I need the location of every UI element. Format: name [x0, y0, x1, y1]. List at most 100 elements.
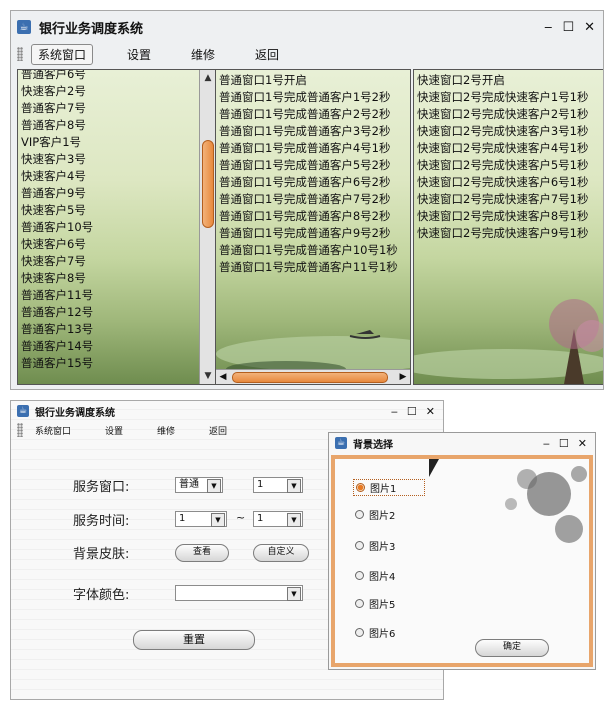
close-icon[interactable]: ✕ — [426, 405, 435, 418]
fast-log-item[interactable]: 快速窗口2号完成快速客户7号1秒 — [417, 191, 601, 208]
customer-list-item[interactable]: 普通客户13号 — [21, 321, 197, 338]
time-from-select[interactable]: 1 ▼ — [175, 511, 227, 527]
close-icon[interactable]: ✕ — [584, 20, 595, 35]
settings-titlebar[interactable]: ☕ 银行业务调度系统 ‒ ☐ ✕ — [11, 401, 443, 421]
radio-icon[interactable] — [355, 510, 364, 519]
service-type-select[interactable]: 普通 ▼ — [175, 477, 223, 493]
customer-list-item[interactable]: 快速客户7号 — [21, 253, 197, 270]
radio-selected-icon[interactable] — [356, 483, 365, 492]
fast-log-item[interactable]: 快速窗口2号完成快速客户6号1秒 — [417, 174, 601, 191]
chevron-down-icon[interactable]: ▼ — [287, 479, 301, 493]
minimize-icon[interactable]: ‒ — [544, 20, 552, 35]
normal-log-item[interactable]: 普通窗口1号完成普通客户6号2秒 — [219, 174, 407, 191]
radio-icon[interactable] — [355, 571, 364, 580]
customer-list-item[interactable]: VIP客户1号 — [21, 134, 197, 151]
customer-list-item[interactable]: 快速客户4号 — [21, 168, 197, 185]
bg-option-5[interactable]: 图片5 — [355, 596, 395, 611]
time-to-select[interactable]: 1 ▼ — [253, 511, 303, 527]
fast-log-item[interactable]: 快速窗口2号完成快速客户2号1秒 — [417, 106, 601, 123]
bg-option-6[interactable]: 图片6 — [355, 625, 395, 640]
customer-list-item[interactable]: 快速客户8号 — [21, 270, 197, 287]
radio-icon[interactable] — [355, 599, 364, 608]
menu-system-window[interactable]: 系统窗口 — [31, 424, 75, 437]
customer-list-item[interactable]: 快速客户2号 — [21, 83, 197, 100]
menu-maintenance[interactable]: 维修 — [153, 424, 179, 437]
radio-icon[interactable] — [355, 628, 364, 637]
normal-log-item[interactable]: 普通窗口1号完成普通客户2号2秒 — [219, 106, 407, 123]
chevron-down-icon[interactable]: ▼ — [287, 587, 301, 601]
queue-vertical-scrollbar[interactable]: ▲ ▼ — [199, 70, 216, 384]
normal-log-item[interactable]: 普通窗口1号完成普通客户1号2秒 — [219, 89, 407, 106]
customer-list-item[interactable]: 普通客户8号 — [21, 117, 197, 134]
normal-log-item[interactable]: 普通窗口1号完成普通客户4号1秒 — [219, 140, 407, 157]
fast-log-item[interactable]: 快速窗口2号完成快速客户5号1秒 — [417, 157, 601, 174]
fast-log-item[interactable]: 快速窗口2号完成快速客户4号1秒 — [417, 140, 601, 157]
fast-log-item[interactable]: 快速窗口2号完成快速客户3号1秒 — [417, 123, 601, 140]
fast-log-item[interactable]: 快速窗口2号开启 — [417, 72, 601, 89]
customer-list-item[interactable]: 快速客户5号 — [21, 202, 197, 219]
fast-log-item[interactable]: 快速窗口2号完成快速客户9号1秒 — [417, 225, 601, 242]
customer-list-item[interactable]: 普通客户12号 — [21, 304, 197, 321]
chevron-down-icon[interactable]: ▼ — [207, 479, 221, 493]
maximize-icon[interactable]: ☐ — [562, 20, 574, 35]
normal-log-item[interactable]: 普通窗口1号完成普通客户7号2秒 — [219, 191, 407, 208]
menu-maintenance[interactable]: 维修 — [185, 45, 221, 64]
main-titlebar[interactable]: ☕ 银行业务调度系统 ‒ ☐ ✕ — [11, 11, 603, 43]
normal-log-item[interactable]: 普通窗口1号完成普通客户11号1秒 — [219, 259, 407, 276]
minimize-icon[interactable]: ‒ — [391, 405, 398, 418]
scroll-up-icon[interactable]: ▲ — [200, 70, 216, 86]
customer-list-item[interactable]: 普通客户14号 — [21, 338, 197, 355]
confirm-button[interactable]: 确定 — [475, 639, 549, 657]
custom-skin-button[interactable]: 自定义 — [253, 544, 309, 562]
customer-list-item[interactable]: 普通客户15号 — [21, 355, 197, 372]
toolbar-grip-icon[interactable] — [17, 423, 23, 437]
normal-log-item[interactable]: 普通窗口1号开启 — [219, 72, 407, 89]
customer-list-item[interactable]: 普通客户6号 — [21, 70, 197, 83]
scroll-down-icon[interactable]: ▼ — [200, 368, 216, 384]
bg-option-4[interactable]: 图片4 — [355, 568, 395, 583]
menu-back[interactable]: 返回 — [249, 45, 285, 64]
toolbar-grip-icon[interactable] — [17, 47, 23, 61]
view-skin-button[interactable]: 查看 — [175, 544, 229, 562]
fast-log-item[interactable]: 快速窗口2号完成快速客户1号1秒 — [417, 89, 601, 106]
normal-log-item[interactable]: 普通窗口1号完成普通客户5号2秒 — [219, 157, 407, 174]
close-icon[interactable]: ✕ — [578, 437, 587, 450]
scroll-right-icon[interactable]: ▶ — [396, 370, 410, 384]
menu-back[interactable]: 返回 — [205, 424, 231, 437]
font-color-select[interactable]: ▼ — [175, 585, 303, 601]
fast-window-panel[interactable]: 快速窗口2号开启 快速窗口2号完成快速客户1号1秒 快速窗口2号完成快速客户2号1秒… — [413, 69, 603, 385]
menu-system-window[interactable]: 系统窗口 — [31, 43, 94, 65]
normal-log-item[interactable]: 普通窗口1号完成普通客户3号2秒 — [219, 123, 407, 140]
scroll-left-icon[interactable]: ◀ — [216, 370, 230, 384]
fast-log-item[interactable]: 快速窗口2号完成快速客户8号1秒 — [417, 208, 601, 225]
customer-list-item[interactable]: 快速客户6号 — [21, 236, 197, 253]
hscroll-thumb[interactable] — [232, 372, 388, 383]
customer-queue-panel[interactable]: 普通客户6号 快速客户2号 普通客户7号 普通客户8号 VIP客户1号 快速客户3号 快速客… — [17, 69, 217, 385]
normal-log-item[interactable]: 普通窗口1号完成普通客户8号2秒 — [219, 208, 407, 225]
customer-list-item[interactable]: 普通客户11号 — [21, 287, 197, 304]
bg-option-2[interactable]: 图片2 — [355, 507, 395, 522]
normal-log-item[interactable]: 普通窗口1号完成普通客户10号1秒 — [219, 242, 407, 259]
maximize-icon[interactable]: ☐ — [407, 405, 417, 418]
maximize-icon[interactable]: ☐ — [559, 437, 569, 450]
chevron-down-icon[interactable]: ▼ — [287, 513, 301, 527]
reset-button[interactable]: 重置 — [133, 630, 255, 650]
radio-icon[interactable] — [355, 541, 364, 550]
customer-list-item[interactable]: 普通客户7号 — [21, 100, 197, 117]
normal-window-panel[interactable]: 普通窗口1号开启 普通窗口1号完成普通客户1号2秒 普通窗口1号完成普通客户2号2秒… — [215, 69, 411, 385]
customer-list-item[interactable]: 普通客户9号 — [21, 185, 197, 202]
bg-option-3[interactable]: 图片3 — [355, 538, 395, 553]
bg-option-1[interactable]: 图片1 — [353, 479, 426, 496]
menu-settings[interactable]: 设置 — [101, 424, 127, 437]
menu-settings[interactable]: 设置 — [121, 45, 157, 64]
service-number-select[interactable]: 1 ▼ — [253, 477, 303, 493]
scroll-thumb[interactable] — [202, 140, 214, 228]
customer-list-item[interactable]: 普通客户10号 — [21, 219, 197, 236]
chevron-down-icon[interactable]: ▼ — [211, 513, 225, 527]
main-content: 普通客户6号 快速客户2号 普通客户7号 普通客户8号 VIP客户1号 快速客户3号 快速客… — [15, 69, 603, 385]
minimize-icon[interactable]: ‒ — [543, 437, 550, 450]
customer-list-item[interactable]: 快速客户3号 — [21, 151, 197, 168]
dialog-titlebar[interactable]: ☕ 背景选择 ‒ ☐ ✕ — [329, 433, 595, 453]
normal-log-item[interactable]: 普通窗口1号完成普通客户9号2秒 — [219, 225, 407, 242]
log-horizontal-scrollbar[interactable]: ◀ ▶ — [216, 369, 410, 384]
